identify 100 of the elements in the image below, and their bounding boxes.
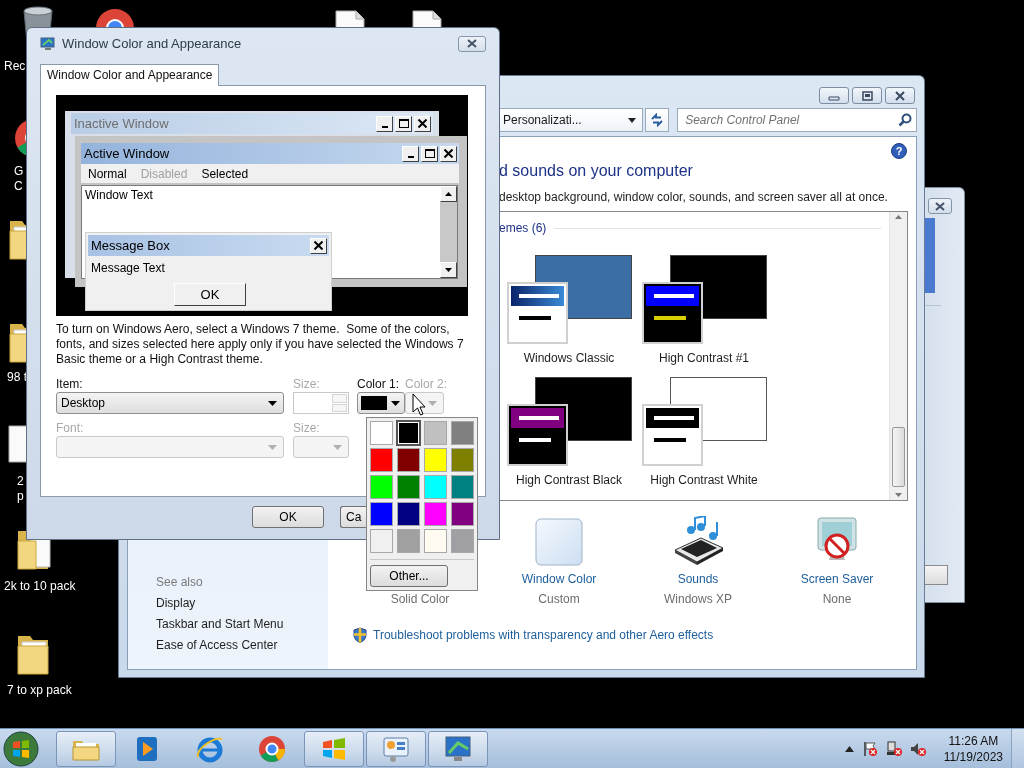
window-title-bar: Inactive Window: [71, 113, 433, 134]
window-title-bar: Message Box: [88, 235, 329, 256]
taskbar-button[interactable]: [366, 730, 426, 767]
menu-item[interactable]: Normal: [88, 166, 127, 183]
scrollbar[interactable]: [889, 212, 907, 500]
close-icon: [444, 149, 453, 158]
close-icon: [314, 241, 323, 250]
show-hidden-icons-icon[interactable]: [844, 745, 854, 752]
color-swatch[interactable]: [370, 475, 393, 499]
page-description: desktop background, window color, sounds, and screen saver all at once.: [499, 189, 889, 205]
color-swatch[interactable]: [424, 529, 447, 553]
close-button[interactable]: [928, 198, 952, 214]
theme-name: High Contrast #1: [657, 350, 750, 366]
item-dropdown[interactable]: Desktop: [56, 392, 284, 414]
help-text: To turn on Windows Aero, select a Windows 7 theme. Some of the colors, fonts, and sizes selected here apply only if you have selected the Windows 7 Basic theme or a High Contrast theme.: [56, 322, 465, 367]
start-button[interactable]: [2, 729, 40, 768]
maximize-icon: [398, 119, 409, 128]
color-swatch[interactable]: [451, 421, 474, 445]
refresh-button[interactable]: [645, 108, 670, 132]
field-label: Size:: [293, 377, 321, 392]
color-swatch[interactable]: [397, 448, 420, 472]
maximize-icon: [424, 149, 435, 158]
caret-icon: [333, 444, 342, 450]
caret-icon: [445, 192, 452, 196]
caret-icon: [445, 268, 452, 272]
close-button[interactable]: [885, 87, 915, 104]
color-swatch[interactable]: [397, 421, 420, 445]
network-icon[interactable]: [885, 740, 902, 757]
theme-thumbnail[interactable]: [641, 377, 767, 466]
tab[interactable]: Window Color and Appearance: [40, 64, 220, 86]
clock[interactable]: 11:26 AM 11/19/2023: [943, 732, 1003, 765]
theme-name: High Contrast White: [649, 472, 759, 488]
help-button[interactable]: ?: [891, 143, 907, 159]
theme-thumbnail[interactable]: [506, 255, 632, 344]
mouse-pointer-icon: [412, 393, 426, 417]
menu-item[interactable]: Selected: [201, 166, 249, 183]
setting-link[interactable]: Screen Saver: [800, 571, 874, 587]
sidebar-link[interactable]: Display: [156, 596, 328, 610]
color-swatch[interactable]: [451, 529, 474, 553]
sidebar-link[interactable]: Ease of Access Center: [156, 638, 328, 652]
address-dropdown[interactable]: Personalizati...: [499, 108, 644, 132]
caret-icon: [628, 117, 637, 123]
color-swatch[interactable]: [424, 502, 447, 526]
caret-icon: [895, 493, 902, 497]
caret-icon: [391, 400, 400, 406]
field-label: Font:: [56, 421, 85, 436]
color-swatch[interactable]: [424, 421, 447, 445]
taskbar-button[interactable]: [428, 730, 488, 767]
color-swatch[interactable]: [397, 529, 420, 553]
close-button[interactable]: [458, 35, 486, 52]
message-text: Message Text: [90, 260, 166, 275]
color-swatch[interactable]: [370, 529, 393, 553]
search-icon[interactable]: [898, 113, 912, 127]
section-title: See also: [156, 575, 204, 589]
window-color-icon[interactable]: [535, 518, 583, 566]
flag-icon[interactable]: [861, 740, 878, 757]
close-icon: [418, 119, 427, 128]
color-swatch[interactable]: [370, 421, 393, 445]
shield-icon: [353, 627, 367, 643]
scroll-thumb[interactable]: [892, 427, 905, 487]
theme-name: Windows Classic: [522, 350, 616, 366]
other-colors-button[interactable]: Other...: [370, 565, 448, 587]
cancel-button[interactable]: Ca: [340, 506, 366, 528]
restore-button[interactable]: [852, 87, 882, 104]
color-dropdown[interactable]: [357, 392, 405, 414]
search-field[interactable]: Search Control Panel: [677, 108, 917, 132]
color-swatch[interactable]: [370, 502, 393, 526]
maximize-button[interactable]: [395, 115, 412, 132]
theme-thumbnail[interactable]: [506, 377, 632, 466]
color-swatch[interactable]: [370, 448, 393, 472]
color-swatch[interactable]: [451, 475, 474, 499]
caret-icon: [895, 215, 902, 219]
setting-value: Solid Color: [390, 591, 450, 607]
taskbar-button[interactable]: [56, 730, 116, 767]
setting-value: Custom: [538, 591, 580, 607]
icon-label[interactable]: G C: [14, 164, 24, 194]
scrollbar[interactable]: [440, 186, 457, 278]
color-swatch[interactable]: [397, 475, 420, 499]
color-swatch[interactable]: [424, 475, 447, 499]
window-title: Window Color and Appearance: [62, 36, 242, 51]
field-label: Item:: [56, 377, 84, 392]
ok-button[interactable]: OK: [174, 283, 246, 306]
icon-label[interactable]: Rec: [4, 59, 26, 74]
color-swatch[interactable]: [397, 502, 420, 526]
theme-thumbnail[interactable]: [641, 255, 767, 344]
icon-label[interactable]: 7 to xp pack: [7, 683, 72, 698]
icon-label[interactable]: 2k to 10 pack: [4, 579, 76, 594]
icon-label[interactable]: 2 p: [17, 474, 24, 504]
sidebar-link[interactable]: Taskbar and Start Menu: [156, 617, 328, 631]
caret-icon: [268, 400, 277, 406]
partial-button[interactable]: [925, 565, 948, 585]
color-swatch[interactable]: [451, 502, 474, 526]
maximize-button[interactable]: [421, 145, 438, 162]
taskbar-button[interactable]: [304, 730, 364, 767]
ok-button[interactable]: OK: [252, 506, 324, 528]
color-swatch[interactable]: [424, 448, 447, 472]
setting-link[interactable]: Window Color: [521, 571, 597, 587]
setting-link[interactable]: Sounds: [677, 571, 719, 587]
color-swatch[interactable]: [451, 448, 474, 472]
help-link[interactable]: Troubleshoot problems with transparency and other Aero effects: [373, 628, 714, 642]
